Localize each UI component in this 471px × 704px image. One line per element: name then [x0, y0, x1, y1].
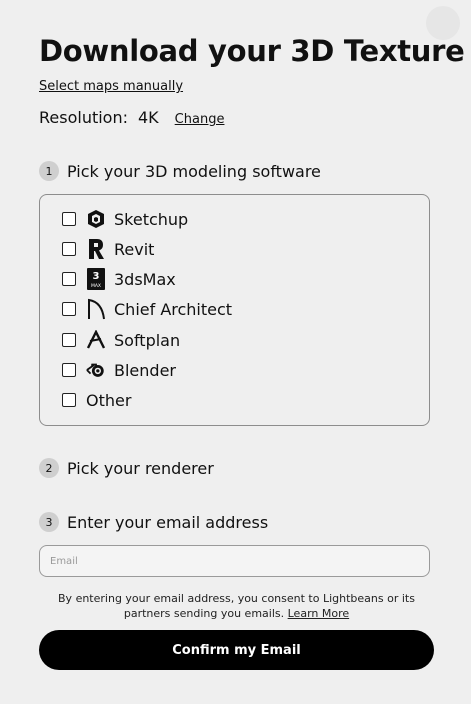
- resolution-row: Resolution: 4K Change: [39, 108, 224, 127]
- step-label: Enter your email address: [67, 512, 269, 532]
- step-number-badge: 2: [39, 458, 59, 478]
- blender-icon: [86, 359, 106, 381]
- svg-text:3: 3: [93, 271, 100, 282]
- checkbox[interactable]: [62, 363, 76, 377]
- option-label: Other: [86, 390, 132, 410]
- option-label: Blender: [114, 360, 176, 380]
- confirm-email-button[interactable]: Confirm my Email: [39, 630, 434, 670]
- resolution-label: Resolution:: [39, 108, 128, 127]
- option-label: Sketchup: [114, 209, 189, 229]
- step-number-badge: 3: [39, 512, 59, 532]
- step-number-badge: 1: [39, 161, 59, 181]
- step-1: 1 Pick your 3D modeling software: [39, 161, 321, 181]
- consent-message: By entering your email address, you cons…: [58, 592, 415, 620]
- step-2[interactable]: 2 Pick your renderer: [39, 458, 214, 478]
- checkbox[interactable]: [62, 333, 76, 347]
- page-title: Download your 3D Texture: [39, 34, 465, 68]
- option-3dsmax[interactable]: 3 MAX 3dsMax: [62, 267, 176, 291]
- learn-more-link[interactable]: Learn More: [288, 607, 350, 620]
- email-field[interactable]: [39, 545, 430, 577]
- option-other[interactable]: Other: [62, 388, 131, 412]
- option-sketchup[interactable]: Sketchup: [62, 207, 188, 231]
- 3dsmax-icon: 3 MAX: [86, 268, 106, 290]
- consent-text: By entering your email address, you cons…: [39, 591, 434, 621]
- option-label: Revit: [114, 239, 155, 259]
- revit-icon: [86, 238, 106, 260]
- checkbox[interactable]: [62, 302, 76, 316]
- chief-architect-icon: [86, 298, 106, 320]
- svg-text:MAX: MAX: [91, 283, 101, 289]
- option-blender[interactable]: Blender: [62, 358, 176, 382]
- step-3: 3 Enter your email address: [39, 512, 268, 532]
- checkbox[interactable]: [62, 212, 76, 226]
- softplan-icon: [86, 329, 106, 351]
- option-label: Chief Architect: [114, 299, 233, 319]
- option-chief-architect[interactable]: Chief Architect: [62, 297, 232, 321]
- software-options-box: Sketchup Revit 3 MAX 3dsMax Chief Archit…: [39, 194, 430, 426]
- option-revit[interactable]: Revit: [62, 237, 154, 261]
- option-label: Softplan: [114, 330, 181, 350]
- sketchup-icon: [86, 208, 106, 230]
- step-label: Pick your renderer: [67, 458, 214, 478]
- option-label: 3dsMax: [114, 269, 176, 289]
- checkbox[interactable]: [62, 272, 76, 286]
- change-resolution-link[interactable]: Change: [175, 112, 225, 127]
- checkbox[interactable]: [62, 393, 76, 407]
- step-label: Pick your 3D modeling software: [67, 161, 321, 181]
- checkbox[interactable]: [62, 242, 76, 256]
- option-softplan[interactable]: Softplan: [62, 328, 180, 352]
- select-maps-manually-link[interactable]: Select maps manually: [39, 79, 183, 94]
- resolution-value: 4K: [138, 108, 159, 127]
